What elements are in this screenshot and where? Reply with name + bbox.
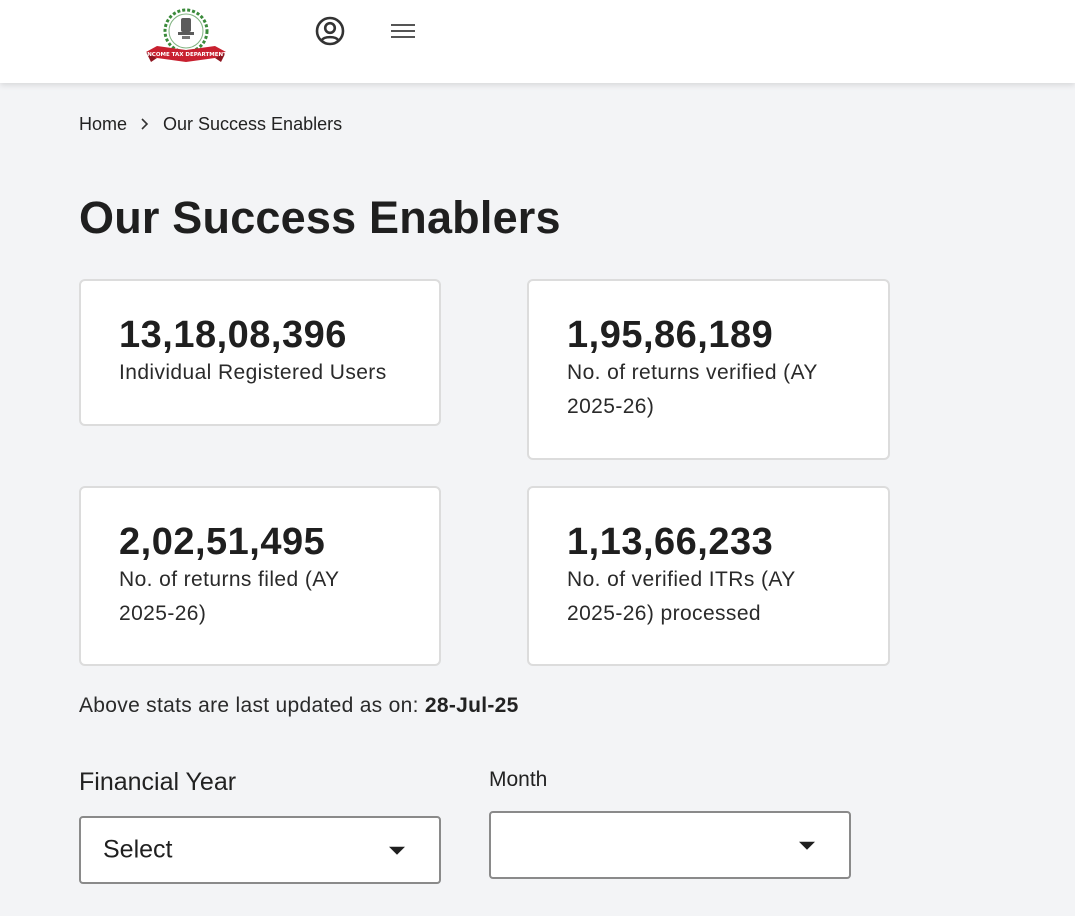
stat-label: No. of returns verified (AY 2025-26): [567, 361, 818, 418]
top-header: INCOME TAX DEPARTMENT: [0, 0, 1075, 83]
profile-button[interactable]: [312, 13, 348, 49]
stat-card-registered-users: 13,18,08,396 Individual Registered Users: [79, 279, 441, 426]
page-title: Our Success Enablers: [79, 192, 561, 243]
stat-value: 13,18,08,396: [119, 314, 347, 356]
chevron-right-icon: [127, 117, 163, 131]
stat-label: No. of returns filed (AY 2025-26): [119, 568, 340, 625]
month-select[interactable]: [489, 811, 851, 879]
stat-card-itrs-processed: 1,13,66,233 No. of verified ITRs (AY 202…: [527, 486, 890, 666]
stat-card-returns-verified: 1,95,86,189 No. of returns verified (AY …: [527, 279, 890, 460]
logo-text: INCOME TAX DEPARTMENT: [145, 52, 227, 58]
stat-card-returns-filed: 2,02,51,495 No. of returns filed (AY 202…: [79, 486, 441, 666]
last-updated-prefix: Above stats are last updated as on:: [79, 694, 419, 717]
last-updated-note: Above stats are last updated as on: 28-J…: [79, 694, 519, 718]
stat-value: 1,95,86,189: [567, 314, 774, 356]
stat-value: 2,02,51,495: [119, 521, 326, 563]
stat-label: No. of verified ITRs (AY 2025-26) proces…: [567, 568, 796, 625]
financial-year-label: Financial Year: [79, 768, 237, 796]
emblem-icon: INCOME TAX DEPARTMENT: [145, 8, 227, 62]
financial-year-value: Select: [103, 835, 173, 864]
caret-down-icon: [799, 841, 815, 850]
month-label: Month: [489, 768, 548, 791]
financial-year-select[interactable]: Select: [79, 816, 441, 884]
income-tax-department-logo[interactable]: INCOME TAX DEPARTMENT: [143, 6, 229, 68]
last-updated-date: 28-Jul-25: [424, 694, 519, 717]
breadcrumb: Home Our Success Enablers: [79, 111, 342, 137]
breadcrumb-current: Our Success Enablers: [163, 113, 343, 134]
caret-down-icon: [389, 846, 405, 855]
stat-value: 1,13,66,233: [567, 521, 774, 563]
account-circle-icon: [315, 16, 345, 46]
menu-button[interactable]: [386, 15, 420, 47]
breadcrumb-home-link[interactable]: Home: [79, 114, 127, 135]
stat-label: Individual Registered Users: [119, 361, 387, 384]
hamburger-menu-icon: [391, 24, 415, 38]
